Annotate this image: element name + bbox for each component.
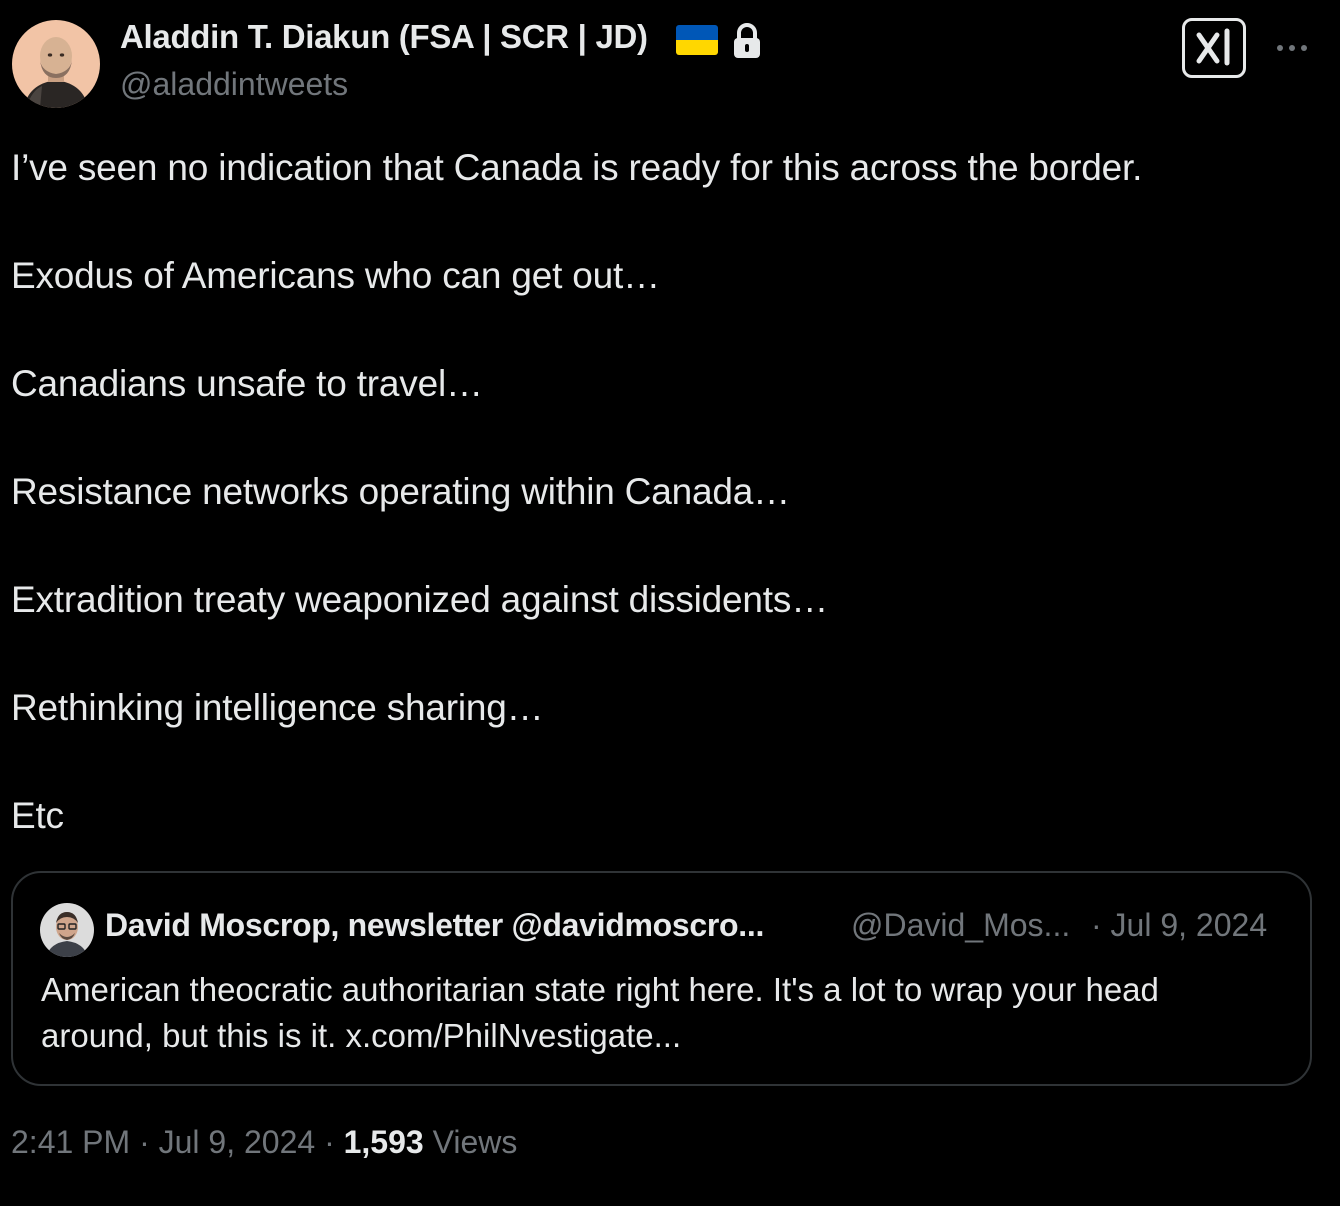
tweet-line: Rethinking intelligence sharing… [11, 687, 544, 728]
tweet-meta: 2:41 PM · Jul 9, 2024 · 1,593 Views [11, 1124, 517, 1161]
quote-author-avatar[interactable] [40, 903, 94, 957]
tweet-line: I’ve seen no indication that Canada is r… [11, 147, 1143, 188]
more-options-button[interactable] [1270, 28, 1314, 68]
quote-text-line: around, but this is it. x.com/PhilNvesti… [41, 1017, 682, 1054]
tweet-line: Extradition treaty weaponized against di… [11, 579, 828, 620]
tweet-time[interactable]: 2:41 PM [11, 1124, 130, 1160]
views-count: 1,593 [343, 1124, 424, 1160]
author-avatar[interactable] [12, 20, 100, 108]
quote-text-line: American theocratic authoritarian state … [41, 971, 1159, 1008]
quoted-tweet-card[interactable]: David Moscrop, newsletter @davidmoscro..… [11, 871, 1312, 1086]
quote-author-name[interactable]: David Moscrop, newsletter @davidmoscro..… [105, 907, 764, 944]
more-horizontal-icon [1277, 45, 1307, 51]
quote-author-handle[interactable]: @David_Mos... [851, 907, 1070, 944]
tweet-text: I’ve seen no indication that Canada is r… [11, 144, 1321, 900]
author-handle[interactable]: @aladdintweets [120, 66, 348, 103]
tweet-date[interactable]: Jul 9, 2024 [159, 1124, 316, 1160]
views-label: Views [432, 1124, 518, 1160]
meta-separator: · [139, 1124, 150, 1160]
tweet-line: Resistance networks operating within Can… [11, 471, 790, 512]
lock-icon [730, 22, 764, 60]
tweet-line: Canadians unsafe to travel… [11, 363, 483, 404]
ukraine-flag-icon [676, 25, 718, 55]
grok-icon [1196, 28, 1230, 66]
author-name[interactable]: Aladdin T. Diakun (FSA | SCR | JD) [120, 18, 648, 56]
meta-separator: · [324, 1124, 335, 1160]
quote-date[interactable]: · Jul 9, 2024 [1091, 907, 1267, 944]
grok-button[interactable] [1182, 18, 1246, 78]
tweet-line: Exodus of Americans who can get out… [11, 255, 660, 296]
quote-text: American theocratic authoritarian state … [41, 967, 1291, 1059]
